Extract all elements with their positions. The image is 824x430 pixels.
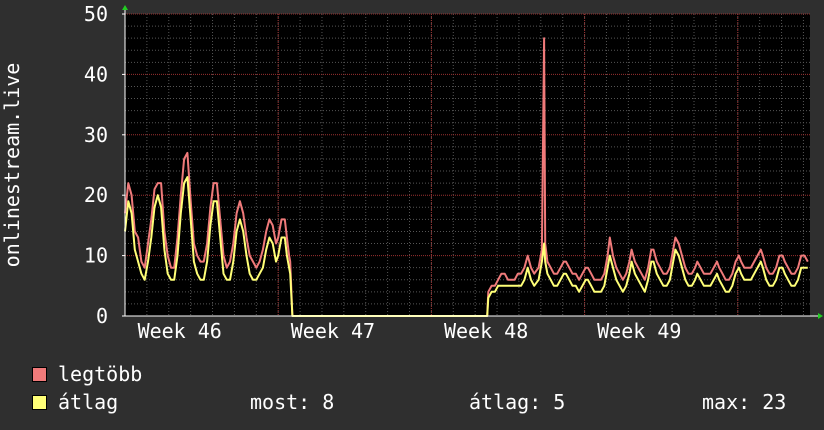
x-tick-label: Week 48 [444, 319, 528, 343]
stat-max: max: 23 [702, 390, 787, 414]
legend-label-legtobb: legtöbb [58, 362, 143, 386]
x-tick-label: Week 47 [291, 319, 375, 343]
y-axis-arrow [122, 5, 128, 10]
y-tick-label: 30 [84, 123, 108, 147]
y-tick-label: 50 [84, 2, 108, 26]
legend-swatch-atlag [32, 395, 47, 410]
plot-area [125, 14, 810, 316]
stat-atlag: átlag: 5 [469, 390, 566, 414]
x-tick-label: Week 46 [138, 319, 222, 343]
y-axis-label: onlinestream.live [0, 63, 24, 268]
x-tick-label: Week 49 [597, 319, 681, 343]
legend-swatch-legtobb [32, 367, 47, 382]
legend-label-atlag: átlag [58, 390, 119, 414]
x-axis-arrow [818, 313, 823, 319]
y-tick-label: 0 [96, 304, 108, 328]
y-tick-labels: 0 10 20 30 40 50 [84, 2, 108, 328]
y-tick-label: 20 [84, 183, 108, 207]
stat-most: most: 8 [250, 390, 335, 414]
x-tick-labels: Week 46 Week 47 Week 48 Week 49 [138, 319, 682, 343]
y-tick-label: 10 [84, 244, 108, 268]
y-tick-label: 40 [84, 62, 108, 86]
